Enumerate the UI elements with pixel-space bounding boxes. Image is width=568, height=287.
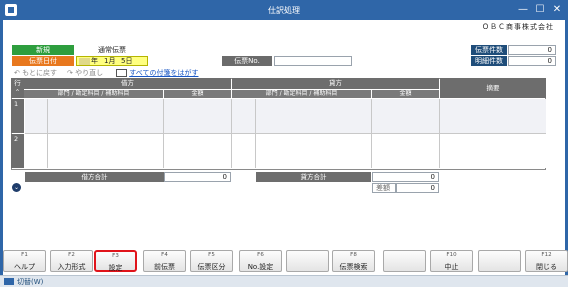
fkey-number: F6 bbox=[257, 252, 264, 258]
credit-header: 貸方 bbox=[232, 78, 439, 89]
undo-icon: ↶ bbox=[14, 69, 20, 77]
collapse-chevron-icon: ⌃ bbox=[14, 88, 21, 96]
remove-tags-label: すべての付箋をはがす bbox=[129, 69, 199, 77]
credit-account-header: 部門 / 勘定科目 / 補助科目 bbox=[232, 90, 371, 98]
fkey-empty-f11-button[interactable] bbox=[478, 250, 521, 272]
maximize-icon[interactable]: ☐ bbox=[533, 3, 547, 17]
grid-divider bbox=[25, 133, 546, 134]
credit-amount-header: 金額 bbox=[372, 90, 439, 98]
fkey-label: 伝票検索 bbox=[339, 263, 368, 271]
switch-button[interactable]: 切替(W) bbox=[17, 277, 43, 287]
fkey-number: F2 bbox=[68, 252, 75, 258]
fkey-number: F10 bbox=[446, 252, 457, 258]
row-number-1[interactable]: 1 bbox=[11, 99, 24, 133]
date-year-suffix: 年 bbox=[91, 57, 98, 65]
fkey-voucher-search-button[interactable]: F8 伝票検索 bbox=[332, 250, 375, 272]
redo-button[interactable]: ↷ やり直し bbox=[67, 68, 103, 78]
fkey-number: F12 bbox=[541, 252, 552, 258]
fkey-empty-f9-button[interactable] bbox=[383, 250, 426, 272]
redo-label: やり直し bbox=[75, 69, 104, 77]
journal-row-1[interactable] bbox=[25, 99, 546, 133]
difference-label: 差額 bbox=[372, 183, 396, 193]
expand-down-icon[interactable]: ⌄ bbox=[12, 183, 21, 192]
company-name: ＯＢＣ商事株式会社 bbox=[482, 23, 554, 31]
debit-amount-header: 金額 bbox=[164, 90, 231, 98]
credit-total-value: 0 bbox=[372, 172, 439, 182]
voucher-count-label: 伝票件数 bbox=[471, 45, 507, 55]
fkey-label: 閉じる bbox=[536, 263, 557, 271]
debit-account-header: 部門 / 勘定科目 / 補助科目 bbox=[24, 90, 163, 98]
status-bar: 切替(W) bbox=[0, 275, 568, 287]
mode-label: 新規 bbox=[12, 45, 74, 55]
fkey-number: F3 bbox=[112, 253, 119, 259]
fkey-help-button[interactable]: F1 ヘルプ bbox=[3, 250, 46, 272]
date-field[interactable]: 年 1月 5日 bbox=[76, 56, 148, 66]
tag-icon bbox=[116, 69, 127, 77]
debit-total-value: 0 bbox=[164, 172, 231, 182]
fkey-voucher-category-button[interactable]: F5 伝票区分 bbox=[190, 250, 233, 272]
fkey-cancel-button[interactable]: F10 中止 bbox=[430, 250, 473, 272]
window-title: 仕訳処理 bbox=[268, 6, 300, 15]
date-label: 伝票日付 bbox=[12, 56, 74, 66]
fkey-prev-voucher-button[interactable]: F4 前伝票 bbox=[143, 250, 186, 272]
era-box[interactable] bbox=[79, 58, 90, 65]
remove-tags-link[interactable]: すべての付箋をはがす bbox=[116, 68, 198, 78]
journal-row-2[interactable] bbox=[25, 134, 546, 168]
row-header: 行 ⌃ bbox=[11, 78, 24, 98]
fkey-label: 前伝票 bbox=[154, 263, 175, 271]
fkey-label: 伝票区分 bbox=[197, 263, 226, 271]
credit-total-label: 貸方合計 bbox=[256, 172, 371, 182]
fkey-input-format-button[interactable]: F2 入力形式 bbox=[50, 250, 93, 272]
close-icon[interactable]: ✕ bbox=[550, 3, 564, 17]
redo-icon: ↷ bbox=[67, 69, 73, 77]
undo-label: もとに戻す bbox=[22, 69, 57, 77]
fkey-label: ヘルプ bbox=[14, 263, 35, 271]
fkey-no-settings-button[interactable]: F6 No.設定 bbox=[239, 250, 282, 272]
voucher-type-value[interactable]: 通常伝票 bbox=[76, 45, 148, 55]
fkey-label: 設定 bbox=[108, 264, 123, 272]
fkey-label: 中止 bbox=[444, 263, 459, 271]
fkey-number: F1 bbox=[21, 252, 28, 258]
fkey-number: F8 bbox=[350, 252, 357, 258]
title-bar: 仕訳処理 — ☐ ✕ bbox=[0, 0, 568, 20]
fkey-settings-button[interactable]: F3 設定 bbox=[94, 250, 137, 272]
fkey-label: 入力形式 bbox=[57, 263, 86, 271]
debit-header: 借方 bbox=[24, 78, 231, 89]
minimize-icon[interactable]: — bbox=[516, 3, 530, 17]
debit-total-label: 借方合計 bbox=[25, 172, 164, 182]
date-month[interactable]: 1月 bbox=[104, 57, 115, 66]
switch-icon bbox=[4, 278, 14, 285]
row-number-2[interactable]: 2 bbox=[11, 134, 24, 168]
difference-value: 0 bbox=[396, 183, 439, 193]
detail-count-label: 明細件数 bbox=[471, 56, 507, 66]
detail-count-value: 0 bbox=[508, 56, 556, 66]
fkey-close-button[interactable]: F12 閉じる bbox=[525, 250, 568, 272]
fkey-label: No.設定 bbox=[247, 263, 274, 271]
voucher-no-label: 伝票No. bbox=[222, 56, 272, 66]
undo-button[interactable]: ↶ もとに戻す bbox=[14, 68, 57, 78]
voucher-no-input[interactable] bbox=[274, 56, 352, 66]
memo-header: 摘要 bbox=[440, 78, 546, 98]
fkey-empty-f7-button[interactable] bbox=[286, 250, 329, 272]
date-day[interactable]: 5日 bbox=[121, 57, 132, 66]
fkey-number: F5 bbox=[208, 252, 215, 258]
voucher-count-value: 0 bbox=[508, 45, 556, 55]
fkey-number: F4 bbox=[161, 252, 168, 258]
